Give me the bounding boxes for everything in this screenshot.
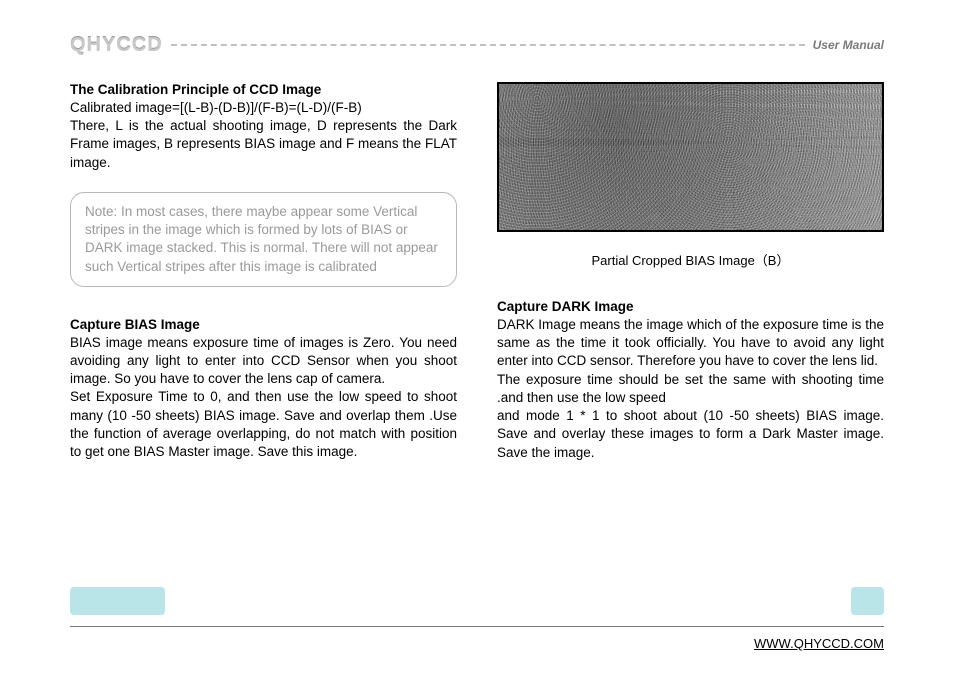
dark-paragraph-1: DARK Image means the image which of the … [497,316,884,371]
bias-paragraph-2: Set Exposure Time to 0, and then use the… [70,388,457,461]
calibration-body: There, L is the actual shooting image, D… [70,117,457,172]
bias-sample-image [497,82,884,232]
dark-paragraph-3: and mode 1 * 1 to shoot about (10 -50 sh… [497,407,884,462]
page-pill-right [851,587,884,615]
page-pill-left [70,587,165,615]
footer-url[interactable]: WWW.QHYCCD.COM [754,636,884,651]
calibration-formula: Calibrated image=[(L-B)-(D-B)]/(F-B)=(L-… [70,99,457,117]
bias-heading: Capture BIAS Image [70,317,457,332]
left-column: The Calibration Principle of CCD Image C… [70,82,457,462]
header-dashes [171,44,805,46]
footer-pills [70,587,884,615]
dark-section: Capture DARK Image DARK Image means the … [497,299,884,462]
manual-label: User Manual [813,38,884,52]
content-columns: The Calibration Principle of CCD Image C… [70,82,884,462]
logo: QHYCCD [70,34,163,57]
footer-divider [70,626,884,627]
page: QHYCCD User Manual The Calibration Princ… [0,0,954,675]
header-bar: QHYCCD User Manual [70,30,884,60]
bias-image-caption: Partial Cropped BIAS Image（B） [497,250,884,269]
dark-heading: Capture DARK Image [497,299,884,314]
bias-noise-overlay [499,84,882,230]
calibration-heading: The Calibration Principle of CCD Image [70,82,457,97]
note-box: Note: In most cases, there maybe appear … [70,192,457,287]
bias-paragraph-1: BIAS image means exposure time of images… [70,334,457,389]
right-column: Partial Cropped BIAS Image（B） Capture DA… [497,82,884,462]
dark-paragraph-2: The exposure time should be set the same… [497,371,884,407]
bias-section: Capture BIAS Image BIAS image means expo… [70,317,457,462]
